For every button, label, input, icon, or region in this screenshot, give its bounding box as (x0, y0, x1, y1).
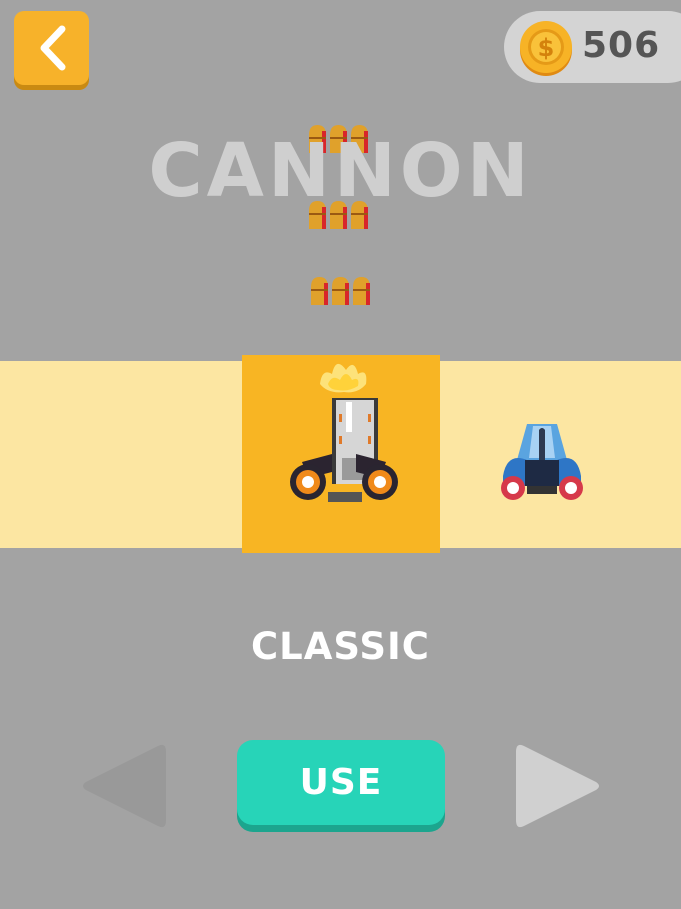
back-arrow-icon (40, 25, 65, 71)
use-button[interactable]: USE (237, 740, 445, 825)
vehicle-name: CLASSIC (251, 625, 430, 668)
use-button-label: USE (299, 762, 383, 803)
bullet-icon (311, 277, 328, 305)
bullet-icon (309, 201, 326, 229)
cannon-vehicle-sprite (290, 363, 398, 502)
bullet-icon (353, 277, 370, 305)
blue-vehicle-sprite[interactable] (497, 420, 587, 502)
coin-count: 506 (582, 25, 661, 66)
bullet-icon (330, 201, 347, 229)
bullet-row (309, 275, 372, 305)
back-button[interactable] (14, 11, 89, 85)
bullet-icon (332, 277, 349, 305)
next-arrow-icon[interactable] (516, 738, 602, 834)
bullet-icon (351, 201, 368, 229)
bullet-row (307, 199, 370, 229)
coin-icon: $ (520, 21, 572, 76)
svg-text:$: $ (538, 34, 555, 62)
prev-arrow-icon[interactable] (80, 738, 166, 834)
coin-balance: $ 506 (504, 11, 681, 83)
